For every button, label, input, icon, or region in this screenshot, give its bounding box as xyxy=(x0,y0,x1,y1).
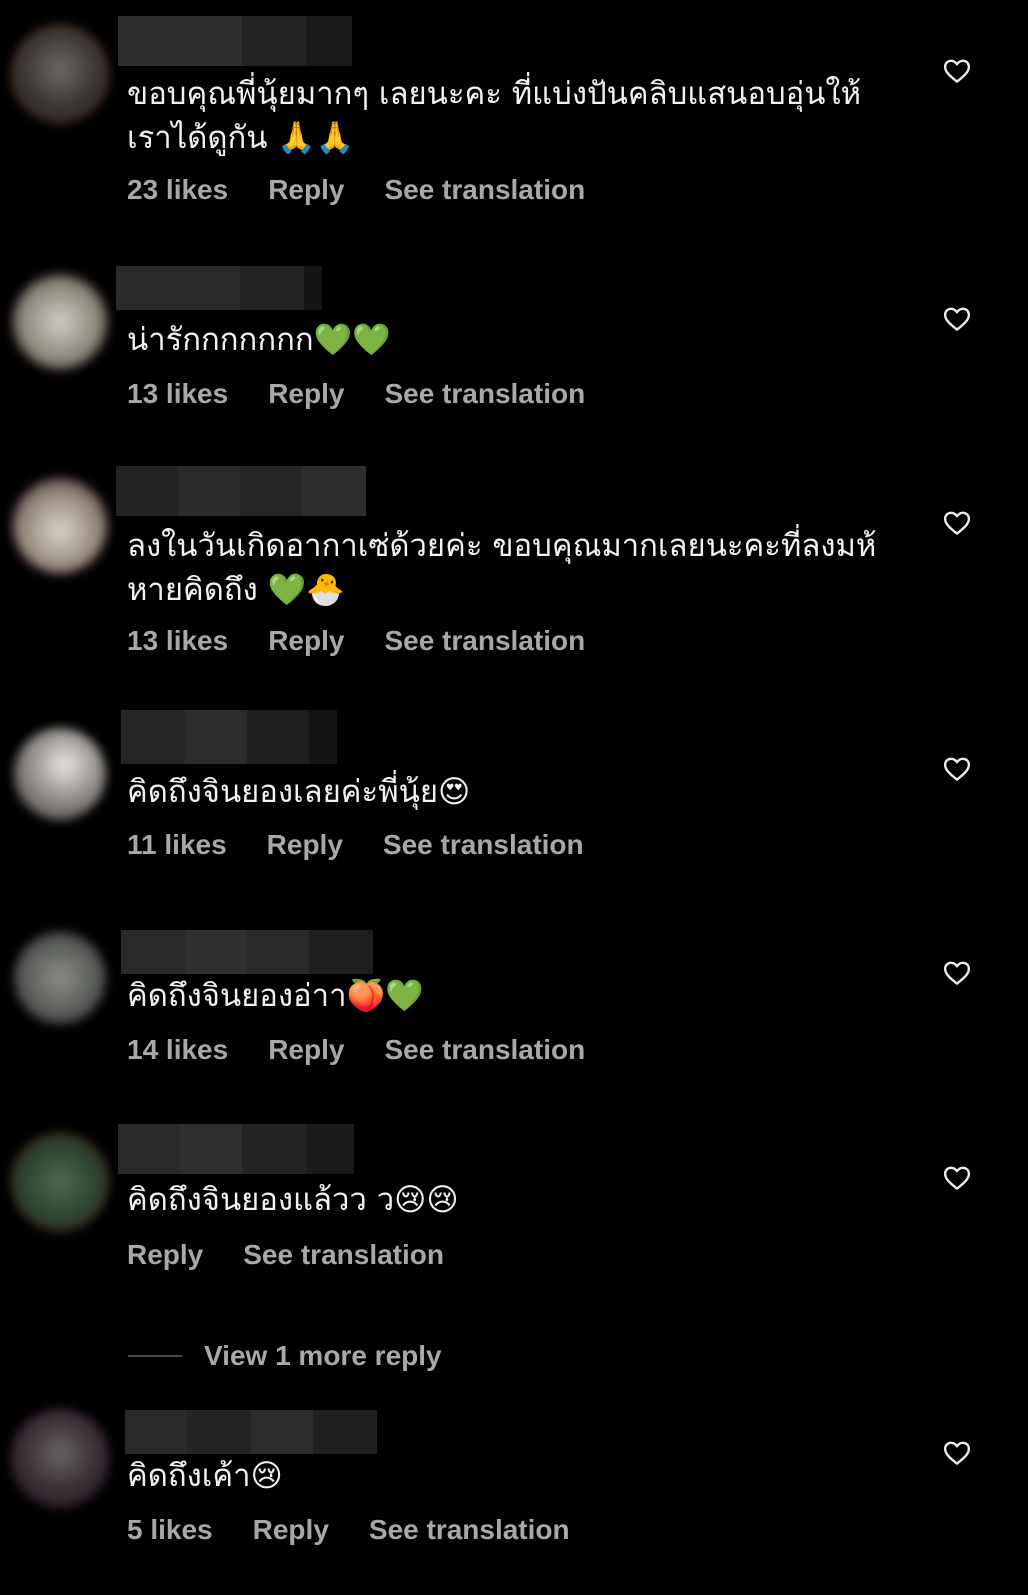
see-translation-button[interactable]: See translation xyxy=(384,174,585,206)
reply-button[interactable]: Reply xyxy=(253,1514,329,1546)
likes-count[interactable]: 13 likes xyxy=(127,625,228,657)
see-translation-button[interactable]: See translation xyxy=(384,1034,585,1066)
like-button[interactable] xyxy=(942,1438,972,1468)
username-redacted[interactable] xyxy=(121,710,337,764)
see-translation-button[interactable]: See translation xyxy=(369,1514,570,1546)
see-translation-button[interactable]: See translation xyxy=(243,1239,444,1271)
avatar[interactable] xyxy=(14,28,106,120)
like-button[interactable] xyxy=(942,304,972,334)
reply-button[interactable]: Reply xyxy=(268,174,344,206)
likes-count[interactable]: 14 likes xyxy=(127,1034,228,1066)
comment-actions: 13 likes Reply See translation xyxy=(127,378,585,410)
avatar[interactable] xyxy=(14,728,106,820)
likes-count[interactable]: 23 likes xyxy=(127,174,228,206)
comment-actions: Reply See translation xyxy=(127,1239,444,1271)
avatar[interactable] xyxy=(14,1412,106,1504)
avatar[interactable] xyxy=(14,480,106,572)
reply-button[interactable]: Reply xyxy=(268,1034,344,1066)
comment-text: คิดถึงจินยองเลยค่ะพี่นุ้ย😍 xyxy=(127,774,471,810)
username-redacted[interactable] xyxy=(118,1124,354,1174)
view-more-replies-button[interactable]: View 1 more reply xyxy=(128,1340,442,1372)
reply-button[interactable]: Reply xyxy=(127,1239,203,1271)
heart-outline-icon xyxy=(943,1166,971,1190)
reply-button[interactable]: Reply xyxy=(268,378,344,410)
heart-outline-icon xyxy=(943,757,971,781)
avatar[interactable] xyxy=(14,1136,106,1228)
comment-text: คิดถึงจินยองแล้วว ว😢😢 xyxy=(127,1182,459,1218)
reply-button[interactable]: Reply xyxy=(268,625,344,657)
comment-actions: 11 likes Reply See translation xyxy=(127,829,584,861)
heart-outline-icon xyxy=(943,307,971,331)
avatar[interactable] xyxy=(14,932,106,1024)
likes-count[interactable]: 13 likes xyxy=(127,378,228,410)
see-translation-button[interactable]: See translation xyxy=(384,378,585,410)
likes-count[interactable]: 11 likes xyxy=(127,829,227,861)
comment-text: น่ารักกกกกกก💚💚 xyxy=(127,322,391,358)
view-more-replies-label: View 1 more reply xyxy=(204,1340,442,1371)
username-redacted[interactable] xyxy=(118,16,352,66)
username-redacted[interactable] xyxy=(116,466,366,516)
heart-outline-icon xyxy=(943,961,971,985)
comment-actions: 14 likes Reply See translation xyxy=(127,1034,585,1066)
comment-text: คิดถึงจินยองอ่าา🍑💚 xyxy=(127,978,424,1014)
like-button[interactable] xyxy=(942,754,972,784)
reply-button[interactable]: Reply xyxy=(267,829,343,861)
comment-actions: 5 likes Reply See translation xyxy=(127,1514,570,1546)
like-button[interactable] xyxy=(942,508,972,538)
comment-text: คิดถึงเค้า😢 xyxy=(127,1458,283,1494)
username-redacted[interactable] xyxy=(125,1410,377,1454)
likes-count[interactable]: 5 likes xyxy=(127,1514,213,1546)
heart-outline-icon xyxy=(943,59,971,83)
see-translation-button[interactable]: See translation xyxy=(384,625,585,657)
comment-text: ลงในวันเกิดอากาเซ่ด้วยค่ะ ขอบคุณมากเลยนะ… xyxy=(127,528,877,608)
heart-outline-icon xyxy=(943,511,971,535)
like-button[interactable] xyxy=(942,958,972,988)
comment-actions: 23 likes Reply See translation xyxy=(127,174,585,206)
see-translation-button[interactable]: See translation xyxy=(383,829,584,861)
username-redacted[interactable] xyxy=(116,266,322,310)
heart-outline-icon xyxy=(943,1441,971,1465)
like-button[interactable] xyxy=(942,56,972,86)
avatar[interactable] xyxy=(14,276,106,368)
username-redacted[interactable] xyxy=(121,930,373,974)
like-button[interactable] xyxy=(942,1163,972,1193)
reply-thread-line xyxy=(128,1355,182,1357)
comment-text: ขอบคุณพี่นุ้ยมากๆ เลยนะคะ ที่แบ่งปันคลิบ… xyxy=(127,76,862,156)
comment-actions: 13 likes Reply See translation xyxy=(127,625,585,657)
